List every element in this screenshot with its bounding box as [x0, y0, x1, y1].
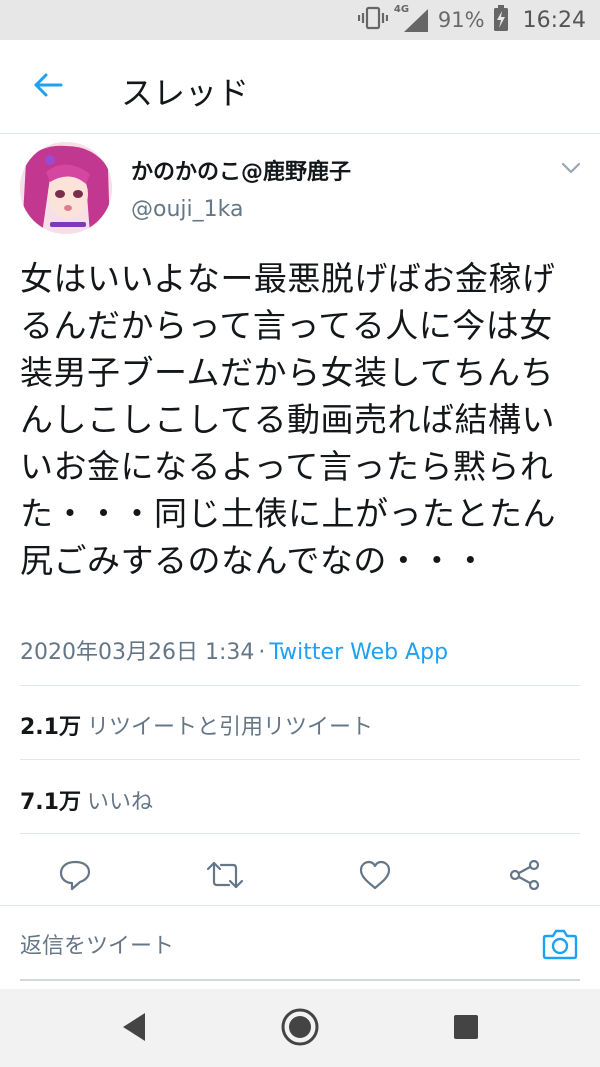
reply-icon — [58, 859, 92, 895]
retweet-button[interactable] — [199, 852, 251, 902]
nav-home-icon — [280, 1007, 320, 1051]
divider — [20, 833, 580, 834]
tweet-menu-button[interactable] — [556, 156, 586, 180]
system-nav-bar — [0, 989, 600, 1067]
status-clock: 16:24 — [522, 7, 586, 33]
back-button[interactable] — [24, 65, 72, 109]
user-handle[interactable]: @ouji_1ka — [131, 197, 243, 222]
page-title: スレッド — [121, 74, 250, 112]
app-bar: スレッド — [0, 40, 600, 134]
nav-back-icon — [119, 1011, 149, 1047]
like-button[interactable] — [349, 852, 401, 902]
likes-count: 7.1万 — [20, 790, 81, 815]
divider — [20, 685, 580, 686]
tweet-date: 2020年03月26日 1:34 — [20, 640, 255, 665]
reply-button[interactable] — [49, 852, 101, 902]
nav-recents-button[interactable] — [442, 1005, 490, 1053]
divider — [20, 759, 580, 760]
meta-separator: · — [258, 640, 266, 665]
nav-recents-icon — [452, 1013, 480, 1045]
nav-back-button[interactable] — [110, 1005, 158, 1053]
back-arrow-icon — [33, 72, 63, 102]
avatar[interactable] — [20, 142, 112, 234]
retweet-icon — [205, 860, 245, 894]
camera-button[interactable] — [540, 926, 580, 966]
share-button[interactable] — [499, 852, 551, 902]
display-name[interactable]: かのかのこ@鹿野鹿子 — [131, 154, 351, 186]
tweet-source-link[interactable]: Twitter Web App — [269, 640, 448, 665]
retweets-label: リツイートと引用リツイート — [86, 715, 373, 740]
chevron-down-icon — [561, 159, 581, 178]
signal-4g-icon: 4G — [394, 4, 430, 33]
camera-icon — [542, 928, 578, 964]
reply-input[interactable] — [20, 920, 510, 972]
tweet-text: 女はいいよなー最悪脱げばお金稼げるんだからって言ってる人に今は女装男子ブームだか… — [20, 259, 556, 580]
like-icon — [358, 860, 392, 894]
reply-underline — [20, 979, 580, 981]
tweet-actions — [0, 844, 600, 910]
battery-charging-icon — [493, 5, 509, 35]
reply-composer — [0, 905, 600, 989]
retweets-count: 2.1万 — [20, 715, 81, 740]
tweet-meta: 2020年03月26日 1:34 · Twitter Web App — [20, 634, 448, 666]
retweets-stat[interactable]: 2.1万 リツイートと引用リツイート — [20, 709, 373, 741]
vibrate-icon — [357, 6, 389, 34]
battery-percent: 91% — [437, 8, 485, 32]
status-indicators: 4G 91% 16:24 — [357, 4, 586, 35]
share-icon — [508, 859, 542, 895]
likes-stat[interactable]: 7.1万 いいね — [20, 784, 153, 816]
status-bar: 4G 91% 16:24 — [0, 0, 600, 40]
likes-label: いいね — [86, 790, 153, 815]
nav-home-button[interactable] — [276, 1005, 324, 1053]
